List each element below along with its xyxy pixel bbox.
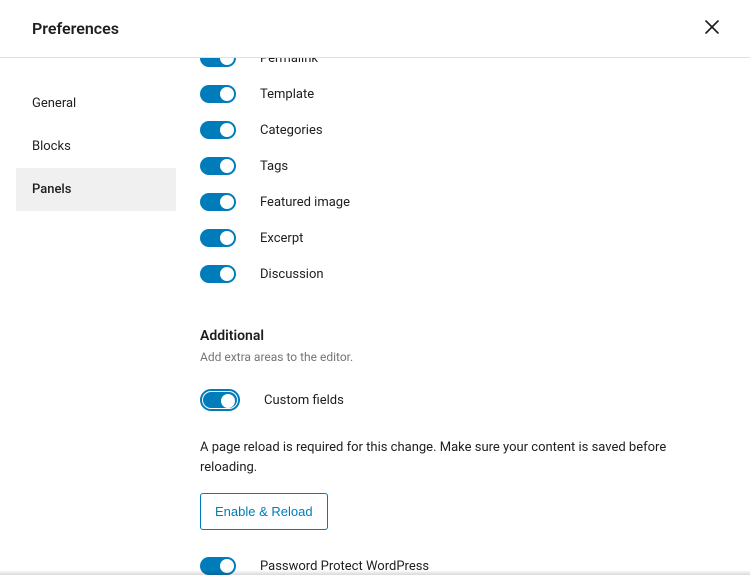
close-button[interactable] — [694, 11, 730, 47]
section-description: Add extra areas to the editor. — [200, 350, 722, 364]
toggle-label: Excerpt — [260, 231, 303, 246]
toggle-row-discussion: Discussion — [200, 256, 722, 292]
modal-header: Preferences — [0, 0, 750, 58]
close-icon — [705, 18, 719, 39]
modal-body: General Blocks Panels Permalink Template… — [0, 58, 750, 575]
toggle-knob — [221, 394, 235, 408]
toggle-password-protect-wordpress[interactable] — [200, 557, 236, 575]
reload-note: A page reload is required for this chang… — [200, 438, 722, 477]
toggle-permalink[interactable] — [200, 58, 236, 67]
section-additional: Additional Add extra areas to the editor… — [200, 328, 722, 575]
toggle-row-ppwp: Password Protect WordPress — [200, 548, 722, 575]
toggle-label: Custom fields — [264, 393, 344, 408]
toggle-excerpt[interactable] — [200, 229, 236, 247]
toggle-knob — [220, 87, 234, 101]
toggle-row-template: Template — [200, 76, 722, 112]
toggle-discussion[interactable] — [200, 265, 236, 283]
toggle-row-excerpt: Excerpt — [200, 220, 722, 256]
enable-reload-button[interactable]: Enable & Reload — [200, 493, 328, 530]
toggle-template[interactable] — [200, 85, 236, 103]
modal-title: Preferences — [32, 19, 119, 38]
toggle-label: Template — [260, 87, 314, 102]
sidebar-item-blocks[interactable]: Blocks — [16, 125, 176, 168]
toggle-label: Featured image — [260, 195, 350, 210]
toggle-row-tags: Tags — [200, 148, 722, 184]
sidebar-item-panels[interactable]: Panels — [16, 168, 176, 211]
toggle-label: Tags — [260, 159, 288, 174]
toggle-featured-image[interactable] — [200, 193, 236, 211]
sidebar-item-label: Panels — [32, 182, 71, 197]
toggle-label: Discussion — [260, 267, 324, 282]
sidebar-item-label: Blocks — [32, 139, 71, 154]
content-panels: Permalink Template Categories Tags Featu… — [176, 58, 750, 575]
sidebar: General Blocks Panels — [0, 58, 176, 575]
preferences-modal: Preferences General Blocks Panels Permal… — [0, 0, 750, 575]
toggle-knob — [220, 58, 234, 65]
toggle-label: Password Protect WordPress — [260, 559, 429, 574]
toggle-tags[interactable] — [200, 157, 236, 175]
toggle-knob — [220, 123, 234, 137]
toggle-row-permalink: Permalink — [200, 58, 722, 76]
sidebar-item-label: General — [32, 96, 76, 111]
toggle-row-custom-fields: Custom fields — [200, 382, 722, 418]
toggle-categories[interactable] — [200, 121, 236, 139]
toggle-knob — [220, 231, 234, 245]
toggle-label: Permalink — [260, 58, 318, 66]
toggle-knob — [220, 195, 234, 209]
toggle-knob — [220, 267, 234, 281]
toggle-row-featured-image: Featured image — [200, 184, 722, 220]
toggle-row-categories: Categories — [200, 112, 722, 148]
toggle-label: Categories — [260, 123, 323, 138]
toggle-knob — [220, 559, 234, 573]
section-title: Additional — [200, 328, 722, 344]
sidebar-item-general[interactable]: General — [16, 82, 176, 125]
toggle-custom-fields[interactable] — [200, 389, 240, 411]
toggle-knob — [220, 159, 234, 173]
